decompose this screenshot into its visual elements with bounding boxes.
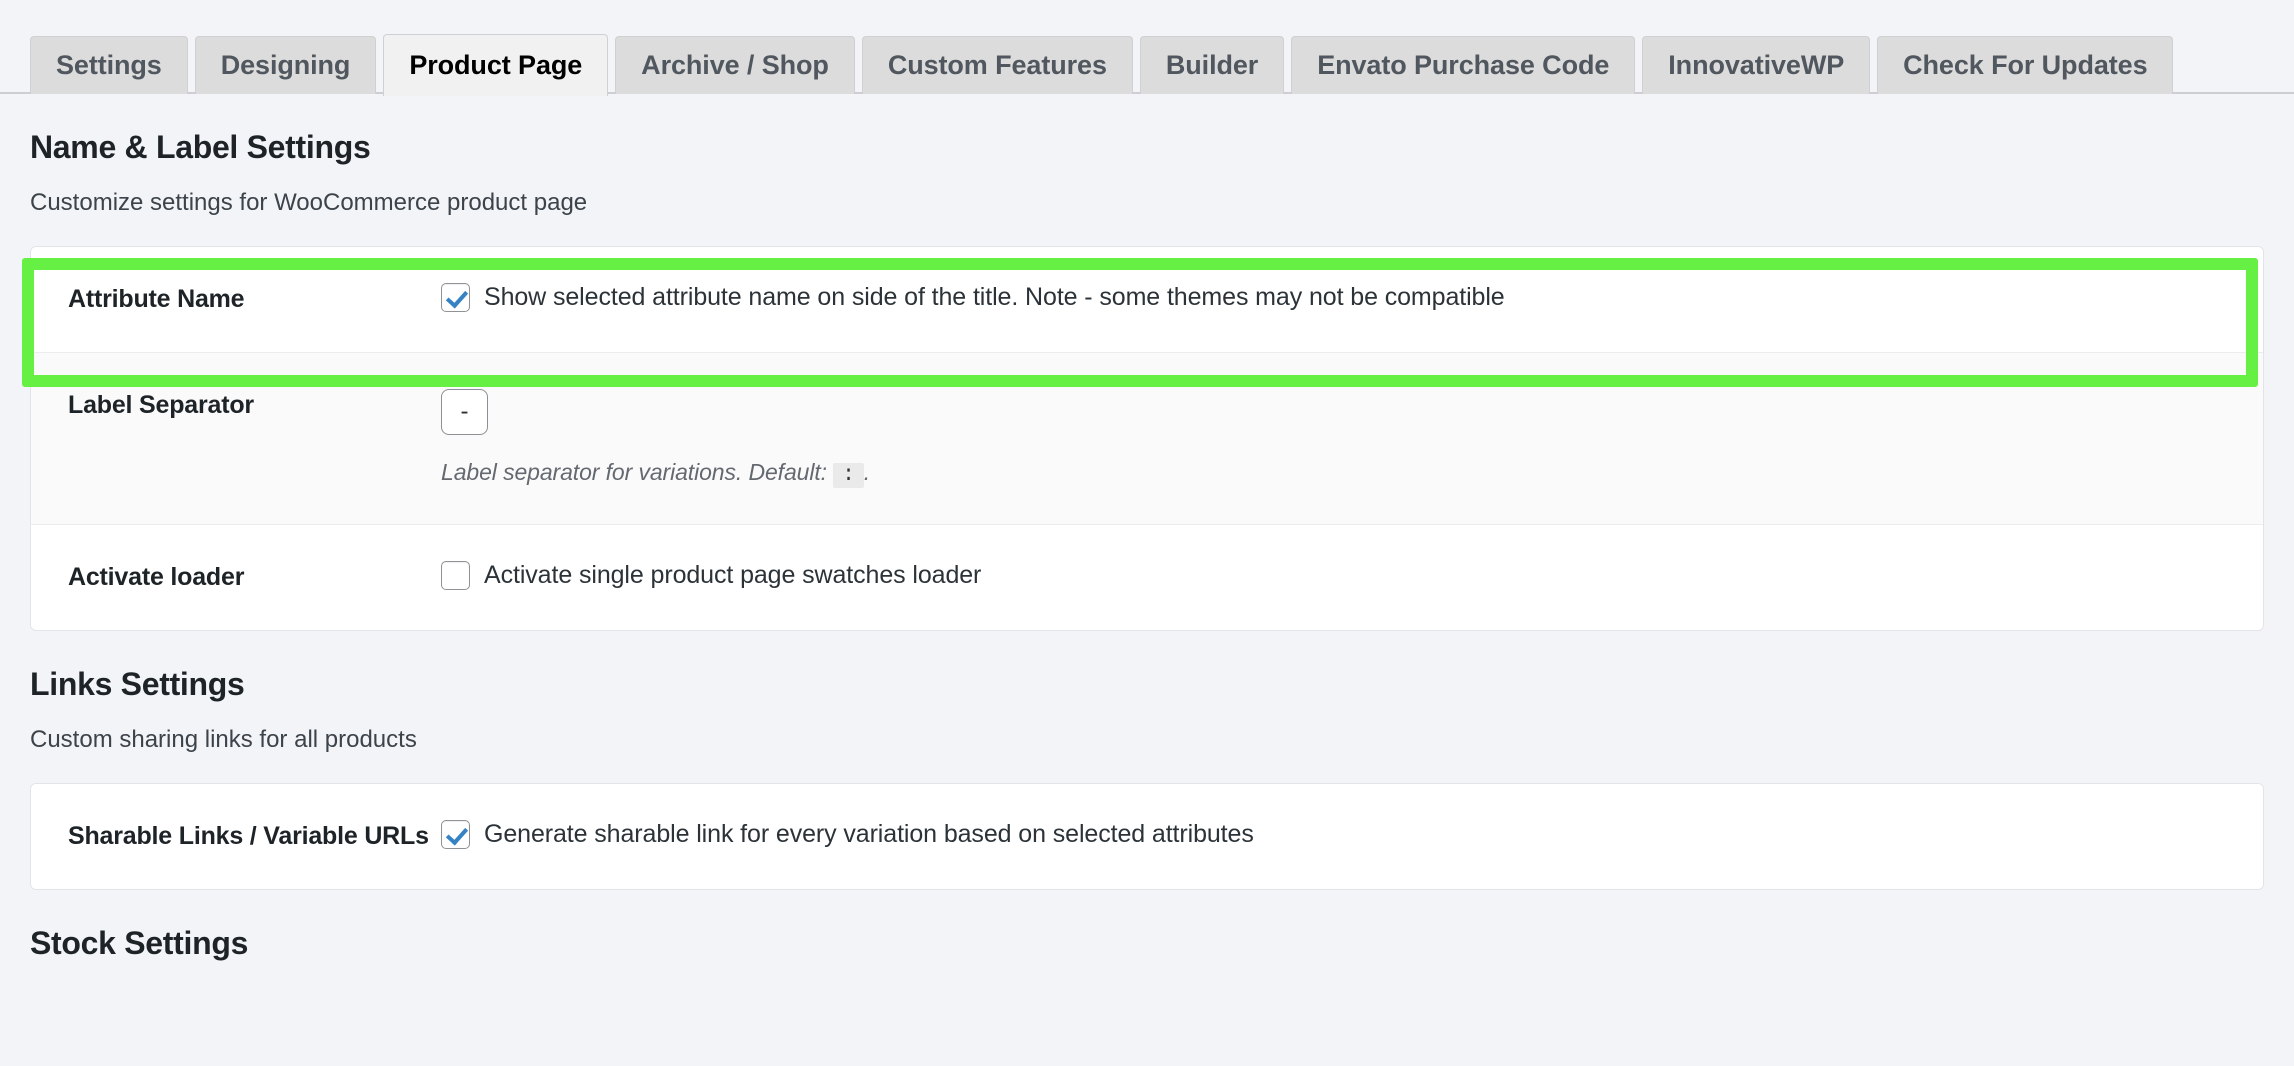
tab-label: Designing [220,50,351,80]
tab-label: Check For Updates [1903,50,2148,80]
tab-label: Settings [56,50,162,80]
tab-label: InnovativeWP [1668,50,1845,80]
row-field-label-separator: Label separator for variations. Default:… [441,353,2263,524]
tab-designing[interactable]: Designing [194,36,377,94]
attribute-name-checkbox-row[interactable]: Show selected attribute name on side of … [441,283,2233,312]
row-field-attribute-name: Show selected attribute name on side of … [441,247,2263,348]
label-separator-default-code: : [833,463,864,488]
tab-archive-shop[interactable]: Archive / Shop [615,36,855,94]
label-separator-description-suffix: . [863,459,871,485]
tab-product-page[interactable]: Product Page [383,34,609,96]
sharable-links-checkbox-label: Generate sharable link for every variati… [484,820,1254,848]
row-label-activate-loader: Activate loader [68,563,245,591]
settings-tab-bar: Settings Designing Product Page Archive … [0,0,2294,96]
tab-label: Archive / Shop [641,50,829,80]
row-label-attribute-name: Attribute Name [68,285,245,313]
settings-content: Name & Label Settings Customize settings… [0,94,2294,962]
tab-custom-features[interactable]: Custom Features [861,36,1133,94]
section-description-name-label: Customize settings for WooCommerce produ… [30,189,588,216]
attribute-name-checkbox[interactable] [441,283,470,312]
row-activate-loader: Activate loader Activate single product … [31,524,2263,630]
row-label-label-separator: Label Separator [68,391,254,419]
tab-builder[interactable]: Builder [1139,36,1285,94]
tab-label: Product Page [409,50,583,80]
label-separator-description: Label separator for variations. Default:… [441,459,2233,488]
tab-check-for-updates[interactable]: Check For Updates [1877,36,2174,94]
row-label-sharable-links: Sharable Links / Variable URLs [68,822,429,850]
sharable-links-checkbox[interactable] [441,820,470,849]
activate-loader-checkbox[interactable] [441,561,470,590]
label-separator-description-prefix: Label separator for variations. Default: [441,459,827,485]
attribute-name-checkbox-label: Show selected attribute name on side of … [484,283,1505,311]
tab-innovativewp[interactable]: InnovativeWP [1642,36,1871,94]
tab-envato-purchase-code[interactable]: Envato Purchase Code [1291,36,1636,94]
name-label-settings-card: Attribute Name Show selected attribute n… [30,246,2264,631]
section-heading-links: Links Settings [30,666,245,702]
sharable-links-checkbox-row[interactable]: Generate sharable link for every variati… [441,820,2233,849]
section-description-links: Custom sharing links for all products [30,726,417,753]
row-attribute-name: Attribute Name Show selected attribute n… [31,247,2263,352]
tab-settings[interactable]: Settings [30,36,188,94]
label-separator-input[interactable] [441,389,488,435]
row-field-activate-loader: Activate single product page swatches lo… [441,525,2263,626]
tab-label: Envato Purchase Code [1317,50,1610,80]
row-label-separator: Label Separator Label separator for vari… [31,352,2263,524]
section-heading-name-label: Name & Label Settings [30,129,371,165]
row-field-sharable-links: Generate sharable link for every variati… [441,784,2263,885]
row-sharable-links: Sharable Links / Variable URLs Generate … [31,784,2263,889]
activate-loader-checkbox-row[interactable]: Activate single product page swatches lo… [441,561,2233,590]
links-settings-card: Sharable Links / Variable URLs Generate … [30,783,2264,890]
tab-label: Custom Features [887,50,1107,80]
tab-label: Builder [1165,50,1259,80]
section-heading-stock: Stock Settings [30,925,249,961]
activate-loader-checkbox-label: Activate single product page swatches lo… [484,561,982,589]
